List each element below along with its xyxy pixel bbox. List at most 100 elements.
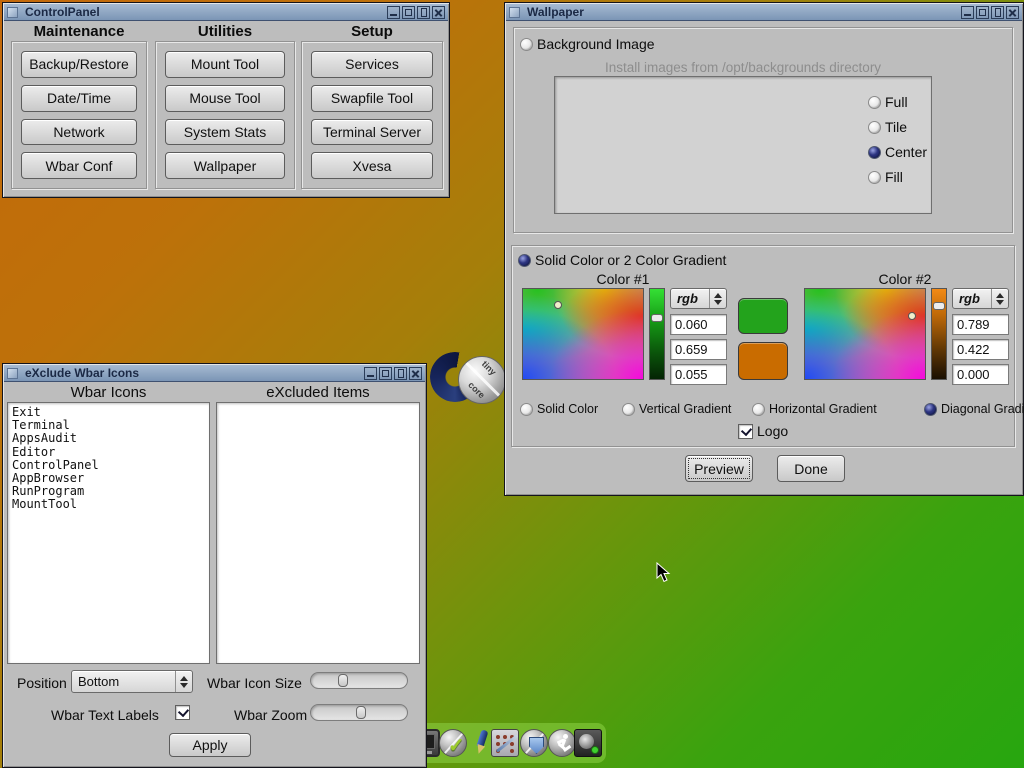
mode-fill-radio[interactable] bbox=[868, 171, 881, 184]
xvesa-button[interactable]: Xvesa bbox=[311, 152, 433, 179]
color2-format-value: rgb bbox=[953, 291, 991, 306]
column-header-maintenance: Maintenance bbox=[11, 23, 147, 40]
list-item[interactable]: Editor bbox=[12, 446, 205, 459]
horizontal-gradient-radio[interactable] bbox=[752, 403, 765, 416]
done-button[interactable]: Done bbox=[777, 455, 845, 482]
titlebar-grip bbox=[7, 7, 18, 18]
wbar-zoom-label: Wbar Zoom bbox=[234, 707, 307, 723]
excluded-items-listbox[interactable] bbox=[216, 402, 420, 664]
run-program-icon[interactable] bbox=[548, 729, 576, 757]
color1-g-input[interactable] bbox=[670, 339, 727, 360]
wbar-icons-header: Wbar Icons bbox=[7, 384, 210, 401]
services-button[interactable]: Services bbox=[311, 51, 433, 78]
icon-size-thumb[interactable] bbox=[338, 674, 348, 687]
mode-row-fill: Fill bbox=[868, 169, 903, 185]
list-item[interactable]: AppsAudit bbox=[12, 432, 205, 445]
mount-tool-button[interactable]: Mount Tool bbox=[165, 51, 285, 78]
wallpaper-button[interactable]: Wallpaper bbox=[165, 152, 285, 179]
logo-checkbox[interactable] bbox=[738, 424, 753, 439]
spinner-icon[interactable] bbox=[991, 289, 1008, 308]
close-button-icon[interactable] bbox=[1006, 6, 1019, 19]
color1-r-input[interactable] bbox=[670, 314, 727, 335]
mode-full-radio[interactable] bbox=[868, 96, 881, 109]
color1-value-slider[interactable] bbox=[649, 288, 665, 380]
list-item[interactable]: MountTool bbox=[12, 498, 205, 511]
maximize-button-icon[interactable] bbox=[976, 6, 989, 19]
shade-button-icon[interactable] bbox=[991, 6, 1004, 19]
column-header-utilities: Utilities bbox=[155, 23, 295, 40]
logo-label: Logo bbox=[757, 423, 788, 439]
titlebar-grip bbox=[509, 7, 520, 18]
maintenance-group: Backup/Restore Date/Time Network Wbar Co… bbox=[11, 41, 147, 189]
wbar-conf-button[interactable]: Wbar Conf bbox=[21, 152, 137, 179]
maximize-button-icon[interactable] bbox=[402, 6, 415, 19]
text-labels-label: Wbar Text Labels bbox=[51, 707, 159, 723]
mouse-tool-button[interactable]: Mouse Tool bbox=[165, 85, 285, 112]
maximize-button-icon[interactable] bbox=[379, 367, 392, 380]
diagonal-gradient-radio[interactable] bbox=[924, 403, 937, 416]
color2-field[interactable] bbox=[804, 288, 926, 380]
vertical-gradient-label: Vertical Gradient bbox=[639, 402, 731, 416]
column-header-setup: Setup bbox=[301, 23, 443, 40]
color2-slider-thumb[interactable] bbox=[933, 302, 945, 310]
position-dropdown[interactable]: Bottom bbox=[71, 670, 193, 693]
solid-gradient-radio[interactable] bbox=[518, 254, 531, 267]
text-labels-checkbox[interactable] bbox=[175, 705, 190, 720]
wbar-icons-listbox[interactable]: Exit Terminal AppsAudit Editor ControlPa… bbox=[7, 402, 210, 664]
apply-button[interactable]: Apply bbox=[169, 733, 251, 757]
color2-g-input[interactable] bbox=[952, 339, 1009, 360]
exclude-titlebar[interactable]: eXclude Wbar Icons bbox=[4, 365, 425, 382]
mode-tile-radio[interactable] bbox=[868, 121, 881, 134]
control-panel-icon[interactable] bbox=[491, 729, 519, 757]
spinner-icon[interactable] bbox=[175, 671, 192, 692]
install-hint: Install images from /opt/backgrounds dir… bbox=[554, 60, 932, 75]
color1-slider-thumb[interactable] bbox=[651, 314, 663, 322]
control-panel-titlebar[interactable]: ControlPanel bbox=[4, 4, 448, 21]
close-button-icon[interactable] bbox=[409, 367, 422, 380]
logo-sphere: tiny core bbox=[458, 356, 506, 404]
background-image-radio[interactable] bbox=[520, 38, 533, 51]
disk-led bbox=[591, 746, 599, 754]
minimize-button-icon[interactable] bbox=[364, 367, 377, 380]
logo-text-tiny: tiny bbox=[480, 359, 498, 377]
checkmark-glyph: ✓ bbox=[448, 733, 465, 757]
color2-value-slider[interactable] bbox=[931, 288, 947, 380]
shade-button-icon[interactable] bbox=[417, 6, 430, 19]
position-label: Position bbox=[17, 675, 67, 691]
swapfile-tool-button[interactable]: Swapfile Tool bbox=[311, 85, 433, 112]
editor-icon[interactable] bbox=[466, 729, 494, 757]
setup-group: Services Swapfile Tool Terminal Server X… bbox=[301, 41, 443, 189]
excluded-items-header: eXcluded Items bbox=[216, 384, 420, 401]
color2-b-input[interactable] bbox=[952, 364, 1009, 385]
icon-size-slider[interactable] bbox=[310, 672, 408, 689]
shade-button-icon[interactable] bbox=[394, 367, 407, 380]
color2-r-input[interactable] bbox=[952, 314, 1009, 335]
vertical-gradient-radio[interactable] bbox=[622, 403, 635, 416]
backup-restore-button[interactable]: Backup/Restore bbox=[21, 51, 137, 78]
app-browser-icon[interactable] bbox=[520, 729, 548, 757]
color1-format-dropdown[interactable]: rgb bbox=[670, 288, 727, 309]
mode-row-full: Full bbox=[868, 94, 908, 110]
mount-tool-icon[interactable] bbox=[574, 729, 602, 757]
apps-audit-icon[interactable]: ✓ bbox=[439, 729, 467, 757]
terminal-server-button[interactable]: Terminal Server bbox=[311, 119, 433, 146]
wallpaper-titlebar[interactable]: Wallpaper bbox=[506, 4, 1022, 21]
color2-format-dropdown[interactable]: rgb bbox=[952, 288, 1009, 309]
date-time-button[interactable]: Date/Time bbox=[21, 85, 137, 112]
icon-size-label: Wbar Icon Size bbox=[207, 675, 302, 691]
preview-button[interactable]: Preview bbox=[685, 455, 753, 482]
mode-center-radio[interactable] bbox=[868, 146, 881, 159]
close-button-icon[interactable] bbox=[432, 6, 445, 19]
color2-swatch bbox=[738, 342, 788, 380]
solid-gradient-label: Solid Color or 2 Color Gradient bbox=[535, 252, 726, 268]
wbar-zoom-thumb[interactable] bbox=[356, 706, 366, 719]
spinner-icon[interactable] bbox=[709, 289, 726, 308]
system-stats-button[interactable]: System Stats bbox=[165, 119, 285, 146]
solid-color-radio[interactable] bbox=[520, 403, 533, 416]
wbar-zoom-slider[interactable] bbox=[310, 704, 408, 721]
minimize-button-icon[interactable] bbox=[387, 6, 400, 19]
color1-field[interactable] bbox=[522, 288, 644, 380]
color1-b-input[interactable] bbox=[670, 364, 727, 385]
minimize-button-icon[interactable] bbox=[961, 6, 974, 19]
network-button[interactable]: Network bbox=[21, 119, 137, 146]
